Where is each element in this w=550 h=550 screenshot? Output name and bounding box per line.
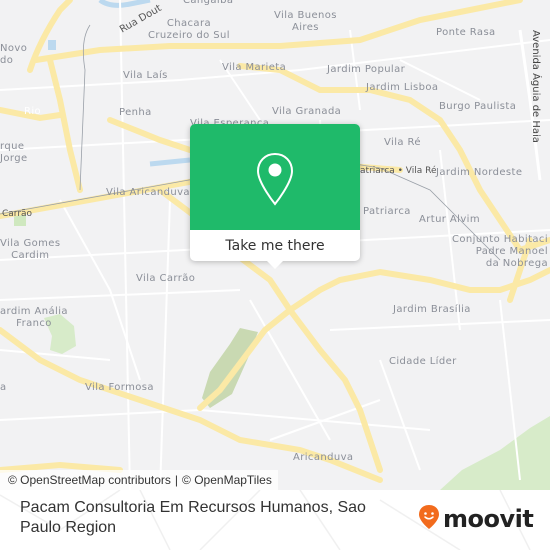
moovit-logo[interactable]: moovit [418, 504, 534, 534]
park-area [440, 416, 550, 490]
map-label-penha: Penha [119, 107, 152, 118]
map-label-vila-granada: Vila Granada [272, 106, 342, 117]
river [149, 157, 191, 167]
map-label-novo: Novo do [0, 43, 28, 66]
map-label-vila-buenos-aires: Vila Buenos Aires [274, 10, 337, 33]
openstreetmap-link[interactable]: © OpenStreetMap contributors [8, 473, 171, 487]
map-label-ponte-rasa: Ponte Rasa [436, 27, 496, 38]
map-label-vila-re: Vila Ré [384, 137, 421, 148]
openmaptiles-link[interactable]: © OpenMapTiles [182, 473, 272, 487]
map-label-vila-marieta: Vila Marieta [222, 62, 287, 73]
moovit-wordmark: moovit [443, 505, 534, 533]
map-label-carrao: Carrão [2, 209, 33, 219]
popup-pointer [267, 261, 283, 269]
map-label-cangaiba: Cangaíba [183, 0, 234, 6]
map-attribution: © OpenStreetMap contributors | © OpenMap… [0, 470, 278, 490]
map-label-artur-alvim: Artur Alvim [419, 214, 480, 225]
map-label-aricanduva: Aricanduva [293, 452, 354, 463]
map-label-chacara-cruzeiro-do-sul: Chacara Cruzeiro do Sul [148, 18, 230, 41]
map-label-partial: a [0, 382, 7, 393]
river [98, 0, 151, 8]
map-label-burgo-paulista: Burgo Paulista [439, 101, 517, 112]
footer: Pacam Consultoria Em Recursos Humanos, S… [0, 490, 550, 550]
map-label-patriarca-vila-re-station: Patriarca • Vila Ré [355, 166, 437, 176]
map-label-avenida-aguia-de-haia: Avenida Águia de Haia [530, 30, 541, 143]
moovit-smile-pin-icon [418, 504, 440, 534]
map-label-parque-sao-jorge: rque Jorge [0, 141, 28, 164]
map-label-conjunto-habitacional: Conjunto Habitaci Padre Manoel da Nobreg… [452, 234, 549, 269]
map-label-vila-lais: Vila Laís [123, 70, 168, 81]
map-label-cidade-lider: Cidade Líder [389, 356, 457, 367]
attribution-separator: | [174, 473, 179, 487]
map-label-jardim-lisboa: Jardim Lisboa [366, 82, 439, 93]
map-label-jardim-analia-franco: ardim Anália Franco [0, 306, 68, 329]
place-name: Pacam Consultoria Em Recursos Humanos, S… [20, 499, 366, 536]
map-label-patriarca: Patriarca [363, 206, 411, 217]
location-pin-icon [256, 152, 294, 210]
location-popup: Take me there [190, 124, 360, 269]
map-label-vila-gomes-cardim: Vila Gomes Cardim [0, 238, 61, 261]
map-label-vila-formosa: Vila Formosa [85, 382, 154, 393]
map-label-jardim-popular: Jardim Popular [327, 64, 406, 75]
take-me-there-button[interactable]: Take me there [190, 230, 360, 261]
map-view[interactable]: Cangaíba Rua Dout Chacara Cruzeiro do Su… [0, 0, 550, 490]
map-label-rio: Rio [24, 106, 42, 117]
map-label-vila-carrao: Vila Carrão [136, 273, 196, 284]
water-area [48, 40, 56, 50]
map-label-jardim-brasilia: Jardim Brasília [393, 304, 471, 315]
popup-header [190, 124, 360, 230]
map-label-vila-aricanduva: Vila Aricanduva [106, 187, 190, 198]
map-label-jardim-nordeste: Jardim Nordeste [436, 167, 523, 178]
